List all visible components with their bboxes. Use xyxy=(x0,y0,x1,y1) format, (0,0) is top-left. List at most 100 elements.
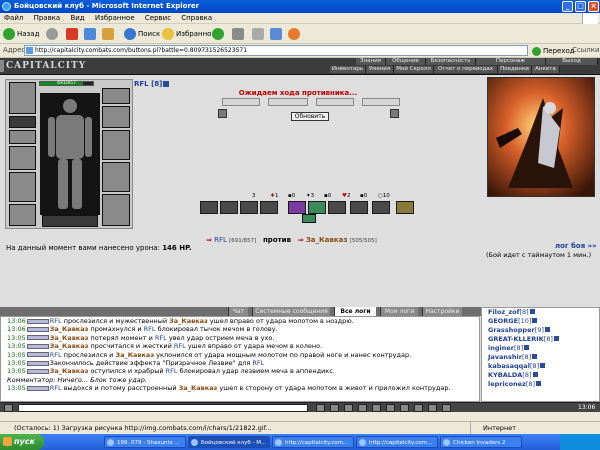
taskbar-item[interactable]: Chicken Invaders 2 xyxy=(440,436,522,448)
refresh-button[interactable] xyxy=(84,27,98,41)
info-icon[interactable] xyxy=(529,309,535,314)
home-button[interactable] xyxy=(102,27,116,41)
info-icon[interactable] xyxy=(532,372,538,377)
address-input[interactable]: http://capitalcity.combats.com/buttons.p… xyxy=(24,45,528,56)
info-icon[interactable] xyxy=(544,327,550,332)
skill-slot[interactable] xyxy=(350,201,368,214)
taskbar-item[interactable]: http://capitalcity.com... xyxy=(272,436,354,448)
bracers-slot[interactable] xyxy=(102,130,130,160)
tab-system-messages[interactable]: Системные сообщения xyxy=(252,307,330,316)
chat-actor[interactable]: За_Кавказ xyxy=(50,342,89,350)
refresh-chat-icon[interactable] xyxy=(386,404,395,412)
info-icon[interactable] xyxy=(532,354,538,359)
gloves-slot[interactable] xyxy=(102,88,130,104)
battle-log-link[interactable]: лог боя »» xyxy=(555,242,597,250)
tab-settings[interactable]: Настройки xyxy=(422,307,462,316)
nav-profile[interactable]: Анкета xyxy=(532,66,560,73)
nav-knowledge[interactable]: Знания xyxy=(356,58,386,65)
tab-all-logs[interactable]: Все логи xyxy=(334,307,376,316)
chat-target[interactable]: За_Кавказ xyxy=(179,384,218,392)
skill-slot-active[interactable] xyxy=(308,201,326,214)
chat-actor[interactable]: За_Кавказ xyxy=(50,367,89,375)
info-icon[interactable] xyxy=(532,318,538,323)
user-item[interactable]: kabasaqqal[8] xyxy=(488,362,599,371)
nav-exit[interactable]: Выход xyxy=(546,58,598,65)
left-arrow-icon[interactable] xyxy=(218,109,227,118)
boots-slot[interactable] xyxy=(102,194,130,226)
smile-icon[interactable] xyxy=(4,404,13,412)
character-name[interactable]: RFL [8] xyxy=(134,80,170,88)
info-icon[interactable] xyxy=(540,363,546,368)
sound-icon[interactable] xyxy=(372,404,381,412)
taskbar-item[interactable]: 199. 079 - Shaxunts ... xyxy=(104,436,186,448)
send-icon[interactable] xyxy=(316,404,325,412)
taskbar-item-active[interactable]: Бойцовский клуб - M... xyxy=(188,436,270,448)
user-item[interactable]: Javanshir[8] xyxy=(488,353,599,362)
earrings-slot[interactable] xyxy=(9,116,36,128)
menu-view[interactable]: Вид xyxy=(66,13,88,24)
exit-icon[interactable] xyxy=(442,404,451,412)
info-icon[interactable] xyxy=(553,336,559,341)
chat-actor[interactable]: RFL xyxy=(50,317,62,325)
chat-target[interactable]: RFL xyxy=(155,334,167,342)
search-button[interactable]: Поиск xyxy=(124,27,160,41)
tab-my-logs[interactable]: Мои логи xyxy=(380,307,418,316)
links-button[interactable]: Ссылки xyxy=(572,46,600,54)
skill-slot[interactable] xyxy=(260,201,278,214)
menu-help[interactable]: Справка xyxy=(177,13,216,24)
chat-log[interactable]: 13:06 RFL прослезился и мужественный За_К… xyxy=(0,316,480,402)
chat-input[interactable] xyxy=(18,404,308,412)
weapon-slot[interactable] xyxy=(9,146,36,170)
skill-slot[interactable] xyxy=(240,201,258,214)
chat-target[interactable]: RFL xyxy=(166,367,178,375)
user-list[interactable]: Filoz_zof[8] GEORGE[10] Grasshopper[9] GREA… xyxy=(481,307,600,402)
skill-slot[interactable] xyxy=(396,201,414,214)
chat-actor[interactable]: RFL xyxy=(50,351,62,359)
info-icon[interactable] xyxy=(524,345,530,350)
nav-duels[interactable]: Поединки xyxy=(498,66,532,73)
edit-button[interactable] xyxy=(270,27,284,41)
print-button[interactable] xyxy=(252,27,266,41)
skill-slot[interactable] xyxy=(200,201,218,214)
taskbar-item[interactable]: http://capitalcity.com... xyxy=(356,436,438,448)
menu-favorites[interactable]: Избранное xyxy=(91,13,139,24)
chat-target[interactable]: RFL xyxy=(144,325,156,333)
user-item[interactable]: inginer[8] xyxy=(488,344,599,353)
leggings-slot[interactable] xyxy=(102,162,130,192)
stop-button[interactable] xyxy=(66,27,80,41)
menu-file[interactable]: Файл xyxy=(0,13,27,24)
refresh-battle-button[interactable]: Обновить xyxy=(291,112,329,121)
media-button[interactable] xyxy=(212,27,226,41)
armor-slot[interactable] xyxy=(9,172,36,202)
mail-button[interactable] xyxy=(232,27,246,41)
scroll-icon[interactable] xyxy=(400,404,409,412)
messenger-button[interactable] xyxy=(288,27,302,41)
skill-slot[interactable] xyxy=(328,201,346,214)
nav-scroll[interactable]: Мой Скролл xyxy=(394,66,434,73)
user-item[interactable]: Filoz_zof[8] xyxy=(488,308,599,317)
amulet-slot[interactable] xyxy=(9,130,36,144)
nav-inventory[interactable]: Инвентарь xyxy=(330,66,366,73)
nav-communication[interactable]: Общение xyxy=(386,58,426,65)
user-item[interactable]: Grasshopper[9] xyxy=(488,326,599,335)
chat-target[interactable]: RFL xyxy=(252,359,264,367)
translit-icon[interactable] xyxy=(358,404,367,412)
contacts-icon[interactable] xyxy=(414,404,423,412)
favorites-button[interactable]: Избранное xyxy=(162,27,216,41)
belt-slot[interactable] xyxy=(9,204,36,226)
options-icon[interactable] xyxy=(428,404,437,412)
menu-tools[interactable]: Сервис xyxy=(141,13,175,24)
user-item[interactable]: GEORGE[10] xyxy=(488,317,599,326)
nav-transfers[interactable]: Отчет о переводах xyxy=(434,66,498,73)
right-arrow-icon[interactable] xyxy=(390,109,399,118)
chat-actor[interactable]: RFL xyxy=(50,384,62,392)
shield-slot[interactable] xyxy=(102,106,130,128)
user-item[interactable]: GREAT-KLLERIK[8] xyxy=(488,335,599,344)
menu-edit[interactable]: Правка xyxy=(30,13,65,24)
skill-slot[interactable] xyxy=(372,201,390,214)
chat-target[interactable]: За_Кавказ xyxy=(115,351,154,359)
nav-character[interactable]: Персонаж xyxy=(476,58,546,65)
chat-target[interactable]: За_Кавказ xyxy=(169,317,208,325)
nav-skills[interactable]: Умения xyxy=(366,66,394,73)
forward-button[interactable] xyxy=(46,27,60,41)
